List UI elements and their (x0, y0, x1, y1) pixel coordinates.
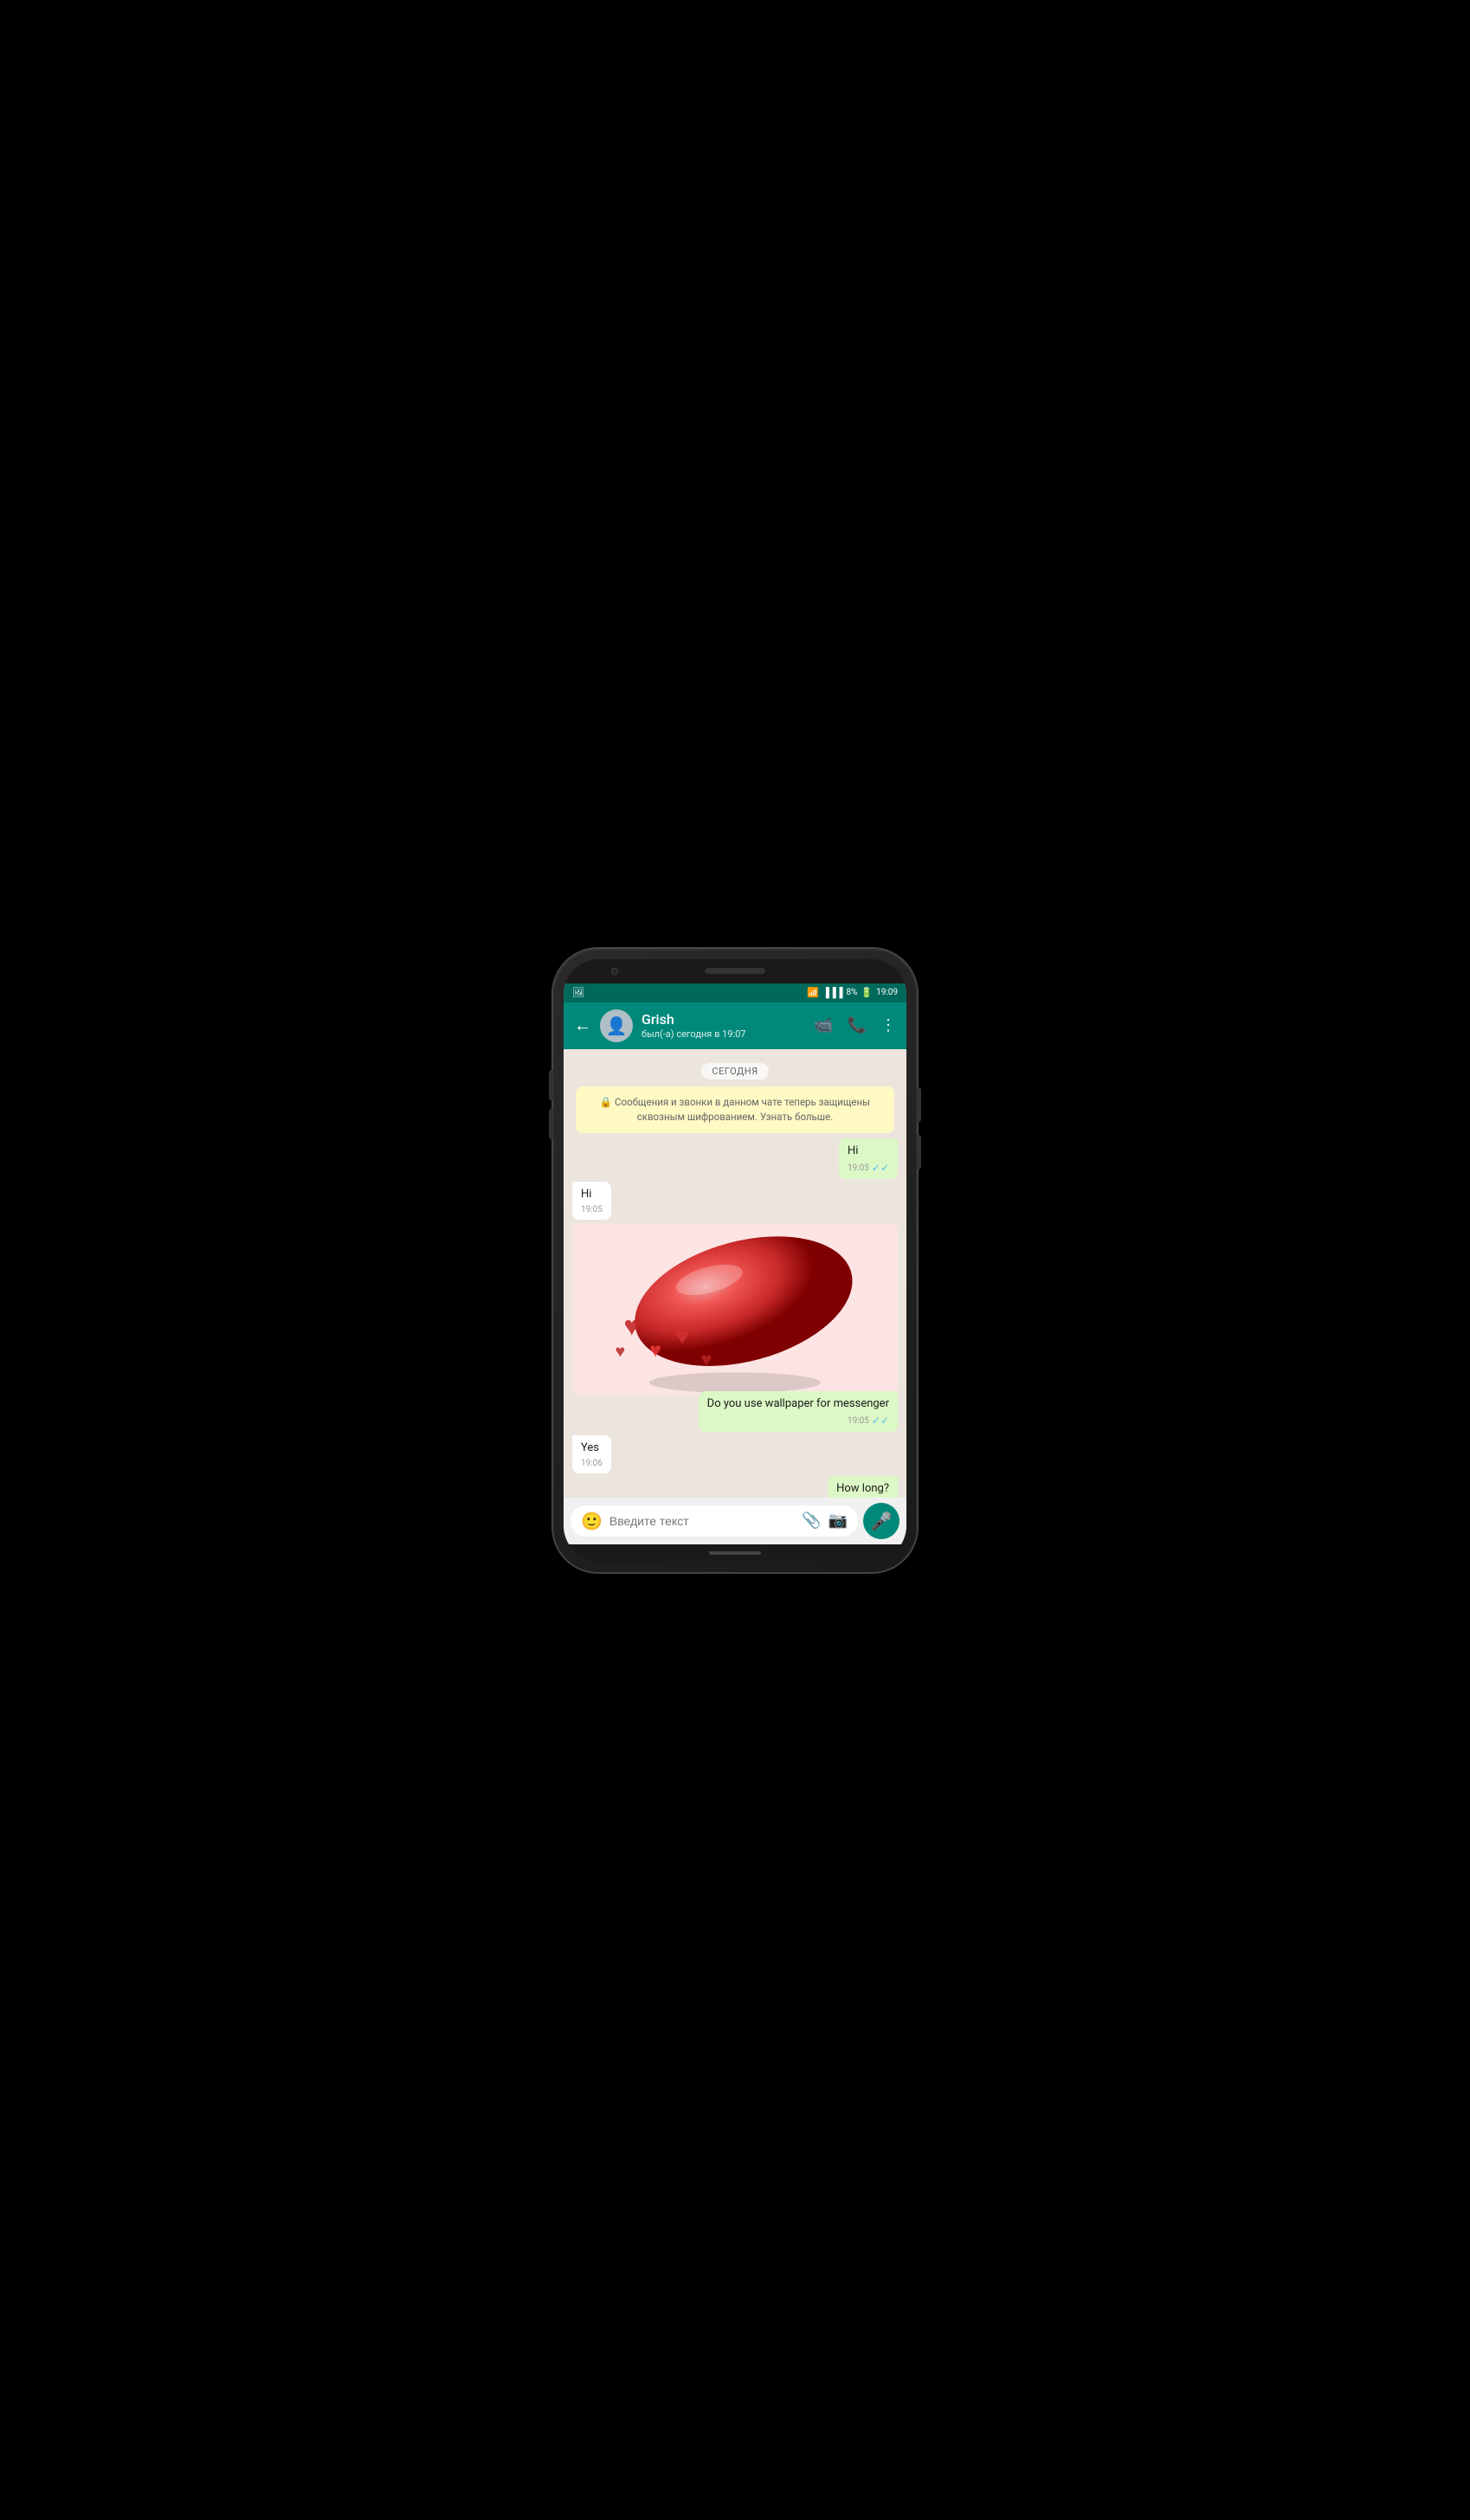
message-input[interactable] (609, 1514, 795, 1528)
message-text: Hi (848, 1144, 858, 1157)
phone-device: 🖼 📶 ▐▐▐ 8% 🔋 19:09 ← 👤 Grish был (553, 949, 917, 1572)
message-bubble-sent: How long? 19:06 ✓✓ (828, 1476, 898, 1497)
message-time: 19:05 (848, 1415, 869, 1428)
attach-button[interactable]: 📎 (802, 1511, 821, 1530)
chat-header: ← 👤 Grish был(-а) сегодня в 19:07 📹 📞 ⋮ (564, 1002, 906, 1049)
message-bubble-received: Yes 19:06 (572, 1435, 611, 1473)
battery-icon: 🔋 (861, 987, 873, 998)
avatar[interactable]: 👤 (600, 1009, 633, 1042)
message-ticks: ✓✓ (872, 1414, 889, 1428)
image-message-area: ♥ ♥ ♥ ♥ ♥ Do you use wallpaper for messe (572, 1223, 898, 1432)
hearts-svg: ♥ ♥ ♥ ♥ ♥ (572, 1223, 898, 1396)
volume-down-button[interactable] (549, 1109, 553, 1139)
contact-info[interactable]: Grish был(-а) сегодня в 19:07 (642, 1011, 805, 1039)
message-time: 19:05 (581, 1204, 603, 1216)
message-bubble-received: Hi 19:05 (572, 1182, 611, 1220)
message-text: How long? (836, 1482, 889, 1495)
volume-up-button[interactable] (549, 1070, 553, 1100)
svg-text:♥: ♥ (700, 1349, 712, 1370)
menu-button[interactable]: ⋮ (880, 1016, 896, 1034)
message-row: Hi 19:05 ✓✓ (572, 1138, 898, 1179)
input-bar: 🙂 📎 📷 🎤 (564, 1498, 906, 1544)
app-screen: 🖼 📶 ▐▐▐ 8% 🔋 19:09 ← 👤 Grish был (564, 983, 906, 1544)
message-row: Hi 19:05 (572, 1182, 898, 1220)
contact-status: был(-а) сегодня в 19:07 (642, 1028, 805, 1040)
svg-text:♥: ♥ (623, 1311, 640, 1343)
message-text: Yes (581, 1441, 599, 1454)
camera-button[interactable]: 📷 (828, 1511, 848, 1530)
status-bar: 🖼 📶 ▐▐▐ 8% 🔋 19:09 (564, 983, 906, 1002)
wifi-icon: 📶 (807, 987, 819, 998)
video-call-button[interactable]: 📹 (814, 1016, 833, 1034)
message-text: Hi (581, 1188, 591, 1201)
notification-icon: 🖼 (572, 987, 584, 998)
svg-text:♥: ♥ (615, 1342, 625, 1362)
input-wrapper: 🙂 📎 📷 (571, 1505, 858, 1537)
signal-icon: ▐▐▐ (822, 987, 842, 998)
avatar-icon: 👤 (606, 1015, 628, 1036)
message-row: Yes 19:06 (572, 1435, 898, 1473)
clock-time: 19:09 (876, 988, 898, 997)
emoji-button[interactable]: 🙂 (581, 1511, 603, 1531)
mic-icon: 🎤 (871, 1511, 893, 1531)
wallpaper-image: ♥ ♥ ♥ ♥ ♥ (572, 1223, 898, 1396)
message-meta: 19:06 (581, 1458, 603, 1470)
header-actions: 📹 📞 ⋮ (814, 1016, 896, 1034)
phone-screen: 🖼 📶 ▐▐▐ 8% 🔋 19:09 ← 👤 Grish был (564, 959, 906, 1562)
date-text: СЕГОДНЯ (701, 1063, 768, 1080)
home-bar (709, 1551, 761, 1555)
encryption-notice: 🔒 Сообщения и звонки в данном чате тепер… (576, 1086, 894, 1134)
back-button[interactable]: ← (574, 1015, 591, 1036)
message-meta: 19:05 (581, 1204, 603, 1216)
message-row: How long? 19:06 ✓✓ (572, 1476, 898, 1497)
svg-text:♥: ♥ (649, 1338, 661, 1363)
contact-name: Grish (642, 1011, 805, 1028)
phone-bottom-bar (564, 1544, 906, 1562)
mic-button[interactable]: 🎤 (863, 1503, 899, 1539)
date-badge: СЕГОДНЯ (572, 1063, 898, 1080)
phone-call-button[interactable]: 📞 (848, 1016, 867, 1034)
message-meta: 19:05 ✓✓ (707, 1414, 889, 1428)
message-time: 19:06 (581, 1458, 603, 1470)
message-bubble-sent: Hi 19:05 ✓✓ (839, 1138, 898, 1179)
message-bubble-sent: Do you use wallpaper for messenger 19:05… (699, 1391, 898, 1432)
status-left-icons: 🖼 (572, 987, 584, 998)
chat-area: СЕГОДНЯ 🔒 Сообщения и звонки в данном ча… (564, 1049, 906, 1498)
message-ticks: ✓✓ (872, 1161, 889, 1176)
status-right-icons: 📶 ▐▐▐ 8% 🔋 19:09 (807, 987, 898, 998)
message-row: Do you use wallpaper for messenger 19:05… (572, 1391, 898, 1432)
encryption-text: 🔒 Сообщения и звонки в данном чате тепер… (600, 1096, 870, 1123)
front-camera (611, 968, 618, 975)
message-text: Do you use wallpaper for messenger (707, 1397, 889, 1410)
speaker-grille (705, 968, 765, 974)
battery-percent: 8% (846, 988, 857, 997)
message-meta: 19:05 ✓✓ (848, 1161, 889, 1176)
phone-top-bar (564, 959, 906, 983)
svg-text:♥: ♥ (675, 1322, 689, 1350)
message-time: 19:05 (848, 1163, 869, 1175)
